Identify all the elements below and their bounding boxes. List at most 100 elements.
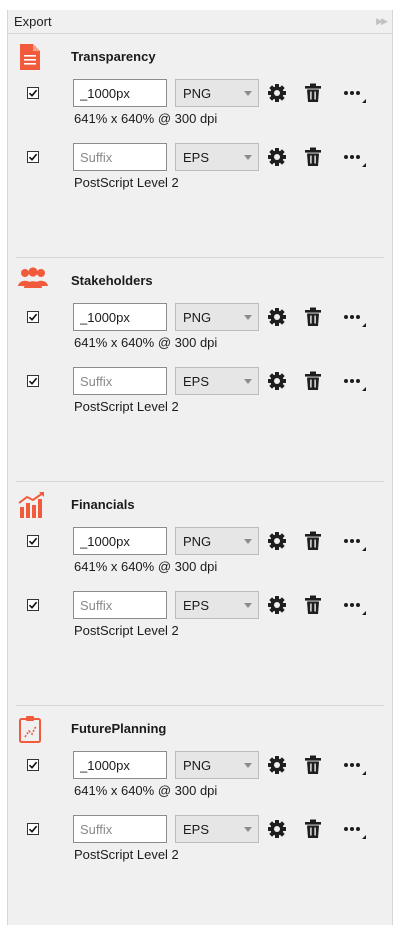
format-select[interactable]: EPS — [175, 143, 259, 171]
trash-icon[interactable] — [302, 146, 324, 168]
trash-icon[interactable] — [302, 370, 324, 392]
format-select[interactable]: PNG — [175, 303, 259, 331]
suffix-input[interactable] — [73, 751, 167, 779]
export-checkbox[interactable] — [27, 311, 39, 323]
export-checkbox[interactable] — [27, 87, 39, 99]
suffix-input[interactable] — [73, 303, 167, 331]
export-row: EPS — [8, 815, 392, 845]
export-row: EPS — [8, 367, 392, 397]
chevron-down-icon — [244, 154, 252, 160]
export-section-financials: Financials PNG — [8, 482, 392, 706]
export-checkbox[interactable] — [27, 599, 39, 611]
format-select[interactable]: PNG — [175, 79, 259, 107]
export-row: PNG — [8, 527, 392, 557]
export-details: PostScript Level 2 — [74, 847, 179, 862]
trash-icon[interactable] — [302, 306, 324, 328]
format-label: PNG — [183, 85, 212, 101]
gear-icon[interactable] — [266, 146, 288, 168]
more-options-icon[interactable] — [340, 146, 370, 168]
export-details: PostScript Level 2 — [74, 399, 179, 414]
format-label: EPS — [183, 597, 210, 613]
more-options-icon[interactable] — [340, 818, 370, 840]
more-options-icon[interactable] — [340, 82, 370, 104]
suffix-input[interactable] — [73, 143, 167, 171]
chevron-down-icon — [244, 826, 252, 832]
gear-icon[interactable] — [266, 82, 288, 104]
document-icon — [18, 43, 44, 70]
format-select[interactable]: PNG — [175, 751, 259, 779]
export-row: PNG — [8, 303, 392, 333]
panel-title: Export — [14, 14, 52, 29]
format-label: PNG — [183, 757, 212, 773]
export-checkbox[interactable] — [27, 151, 39, 163]
export-section-futureplanning: FuturePlanning PNG — [8, 706, 392, 930]
section-title: Transparency — [71, 49, 156, 64]
chevron-down-icon — [244, 538, 252, 544]
more-options-icon[interactable] — [340, 594, 370, 616]
section-title: Financials — [71, 497, 135, 512]
more-options-icon[interactable] — [340, 370, 370, 392]
gear-icon[interactable] — [266, 754, 288, 776]
trash-icon[interactable] — [302, 82, 324, 104]
trash-icon[interactable] — [302, 754, 324, 776]
section-header: Stakeholders — [8, 258, 392, 304]
section-header: FuturePlanning — [8, 706, 392, 752]
section-title: Stakeholders — [71, 273, 153, 288]
gear-icon[interactable] — [266, 594, 288, 616]
chevron-down-icon — [244, 602, 252, 608]
format-select[interactable]: EPS — [175, 367, 259, 395]
section-header: Transparency — [8, 34, 392, 80]
export-checkbox[interactable] — [27, 375, 39, 387]
more-options-icon[interactable] — [340, 530, 370, 552]
export-checkbox[interactable] — [27, 535, 39, 547]
chevron-down-icon — [244, 762, 252, 768]
more-options-icon[interactable] — [340, 306, 370, 328]
export-details: 641% x 640% @ 300 dpi — [74, 559, 218, 574]
chevron-down-icon — [244, 90, 252, 96]
gear-icon[interactable] — [266, 530, 288, 552]
format-select[interactable]: PNG — [175, 527, 259, 555]
section-header: Financials — [8, 482, 392, 528]
suffix-input[interactable] — [73, 815, 167, 843]
bar-chart-icon — [18, 491, 44, 518]
export-row: PNG — [8, 79, 392, 109]
panel-header: Export ▶▶ — [8, 10, 392, 34]
export-details: 641% x 640% @ 300 dpi — [74, 111, 218, 126]
gear-icon[interactable] — [266, 370, 288, 392]
more-options-icon[interactable] — [340, 754, 370, 776]
export-details: PostScript Level 2 — [74, 175, 179, 190]
suffix-input[interactable] — [73, 591, 167, 619]
suffix-input[interactable] — [73, 367, 167, 395]
gear-icon[interactable] — [266, 306, 288, 328]
format-label: EPS — [183, 821, 210, 837]
export-section-transparency: Transparency PNG — [8, 34, 392, 258]
export-details: PostScript Level 2 — [74, 623, 179, 638]
format-select[interactable]: EPS — [175, 591, 259, 619]
suffix-input[interactable] — [73, 527, 167, 555]
export-checkbox[interactable] — [27, 823, 39, 835]
format-label: PNG — [183, 533, 212, 549]
format-label: PNG — [183, 309, 212, 325]
export-panel: Export ▶▶ Transparency PNG — [7, 10, 393, 925]
trash-icon[interactable] — [302, 818, 324, 840]
trash-icon[interactable] — [302, 530, 324, 552]
sections-container: Transparency PNG — [8, 34, 392, 930]
export-row: EPS — [8, 143, 392, 173]
chevron-down-icon — [244, 378, 252, 384]
collapse-panel-icon[interactable]: ▶▶ — [376, 16, 388, 27]
gear-icon[interactable] — [266, 818, 288, 840]
suffix-input[interactable] — [73, 79, 167, 107]
chevron-down-icon — [244, 314, 252, 320]
export-details: 641% x 640% @ 300 dpi — [74, 335, 218, 350]
section-title: FuturePlanning — [71, 721, 167, 736]
format-label: EPS — [183, 149, 210, 165]
format-select[interactable]: EPS — [175, 815, 259, 843]
trash-icon[interactable] — [302, 594, 324, 616]
people-icon — [18, 267, 48, 293]
export-checkbox[interactable] — [27, 759, 39, 771]
export-row: PNG — [8, 751, 392, 781]
clipboard-icon — [18, 715, 44, 743]
export-row: EPS — [8, 591, 392, 621]
export-details: 641% x 640% @ 300 dpi — [74, 783, 218, 798]
export-section-stakeholders: Stakeholders PNG — [8, 258, 392, 482]
